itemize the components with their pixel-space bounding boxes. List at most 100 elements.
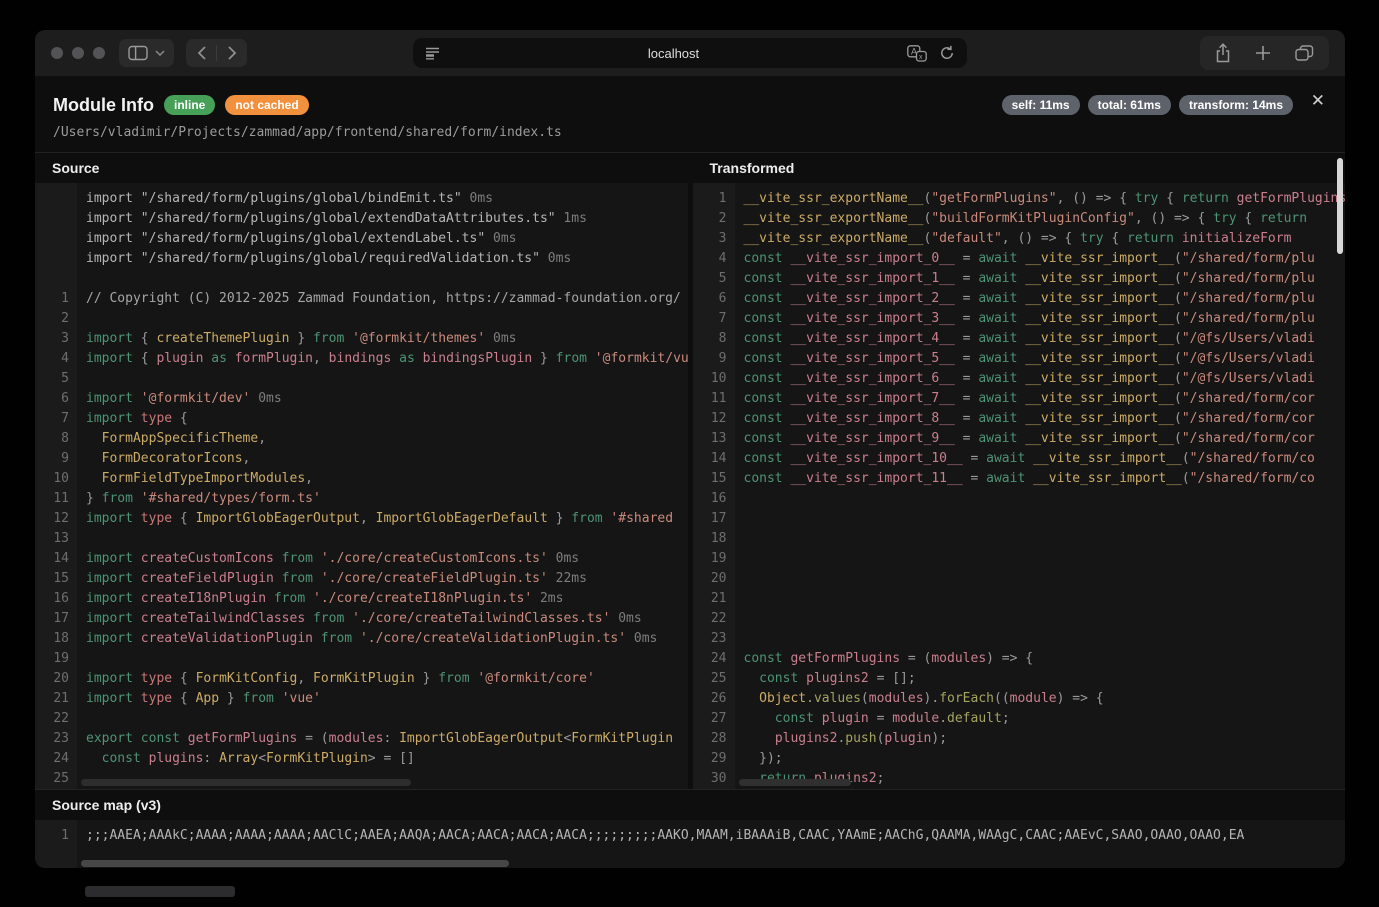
code-line: 22	[35, 709, 688, 729]
transformed-vscrollbar[interactable]	[1337, 158, 1343, 254]
code-line: 20import type { FormKitConfig, FormKitPl…	[35, 669, 688, 689]
code-line: 25 const plugins2 = [];	[693, 669, 1346, 689]
code-line: 17	[693, 509, 1346, 529]
new-tab-icon[interactable]	[1255, 45, 1271, 61]
share-icon[interactable]	[1215, 43, 1231, 63]
code-line: 21import type { App } from 'vue'	[35, 689, 688, 709]
code-line: 9const __vite_ssr_import_5__ = await __v…	[693, 349, 1346, 369]
code-line: 4import { plugin as formPlugin, bindings…	[35, 349, 688, 369]
translate-icon[interactable]: Ax	[907, 45, 927, 62]
code-line: 17import createTailwindClasses from './c…	[35, 609, 688, 629]
code-line: 7import type {	[35, 409, 688, 429]
back-button[interactable]	[190, 41, 212, 65]
code-line: import "/shared/form/plugins/global/requ…	[35, 249, 688, 269]
transform-time-badge: transform: 14ms	[1179, 95, 1293, 115]
browser-window: localhost Ax Module Info inline not ca	[35, 30, 1345, 868]
reload-icon[interactable]	[939, 45, 955, 61]
minimize-window-button[interactable]	[72, 47, 84, 59]
module-path: /Users/vladimir/Projects/zammad/app/fron…	[53, 125, 1327, 140]
close-icon[interactable]: ✕	[1311, 92, 1325, 109]
close-window-button[interactable]	[51, 47, 63, 59]
code-line: 11const __vite_ssr_import_7__ = await __…	[693, 389, 1346, 409]
history-nav-group	[186, 39, 247, 67]
code-line: 22	[693, 609, 1346, 629]
code-line: import "/shared/form/plugins/global/exte…	[35, 209, 688, 229]
code-line: 5	[35, 369, 688, 389]
window-controls	[51, 47, 105, 59]
code-line: import "/shared/form/plugins/global/bind…	[35, 189, 688, 209]
sourcemap-title: Source map (v3)	[35, 790, 1345, 820]
code-line	[35, 269, 688, 289]
source-panel: Source import "/shared/form/plugins/glob…	[35, 153, 688, 789]
source-code: import "/shared/form/plugins/global/bind…	[35, 183, 688, 789]
svg-text:x: x	[919, 53, 923, 60]
code-line: 10 FormFieldTypeImportModules,	[35, 469, 688, 489]
not-cached-badge: not cached	[225, 95, 308, 115]
module-info-header: Module Info inline not cached self: 11ms…	[35, 76, 1345, 152]
code-line: 4const __vite_ssr_import_0__ = await __v…	[693, 249, 1346, 269]
total-time-badge: total: 61ms	[1088, 95, 1171, 115]
code-line: 18	[693, 529, 1346, 549]
code-line: 7const __vite_ssr_import_3__ = await __v…	[693, 309, 1346, 329]
code-line: 24 const plugins: Array<FormKitPlugin> =…	[35, 749, 688, 769]
code-line: 8 FormAppSpecificTheme,	[35, 429, 688, 449]
code-line: 14const __vite_ssr_import_10__ = await _…	[693, 449, 1346, 469]
code-line: 13const __vite_ssr_import_9__ = await __…	[693, 429, 1346, 449]
code-line: 12import type { ImportGlobEagerOutput, I…	[35, 509, 688, 529]
code-line: 18import createValidationPlugin from './…	[35, 629, 688, 649]
code-line: 5const __vite_ssr_import_1__ = await __v…	[693, 269, 1346, 289]
code-line: 12const __vite_ssr_import_8__ = await __…	[693, 409, 1346, 429]
code-line: 24const getFormPlugins = (modules) => {	[693, 649, 1346, 669]
sidebar-toggle-button[interactable]	[119, 39, 174, 67]
code-line: 20	[693, 569, 1346, 589]
url-text: localhost	[440, 46, 907, 61]
sourcemap-section: Source map (v3) 1;;;AAEA;AAAkC;AAAA;AAAA…	[35, 789, 1345, 868]
sidebar-icon	[128, 45, 148, 61]
code-line: 1__vite_ssr_exportName__("getFormPlugins…	[693, 189, 1346, 209]
timing-badges: self: 11ms total: 61ms transform: 14ms	[1002, 95, 1293, 115]
self-time-badge: self: 11ms	[1002, 95, 1080, 115]
code-line: 6import '@formkit/dev' 0ms	[35, 389, 688, 409]
transformed-panel-title: Transformed	[693, 153, 1346, 183]
code-line: 16import createI18nPlugin from './core/c…	[35, 589, 688, 609]
transformed-panel: Transformed 1__vite_ssr_exportName__("ge…	[693, 153, 1346, 789]
page-title: Module Info	[53, 94, 154, 116]
code-line: 14import createCustomIcons from './core/…	[35, 549, 688, 569]
code-line: 19	[35, 649, 688, 669]
code-line: 23	[693, 629, 1346, 649]
address-bar[interactable]: localhost Ax	[413, 38, 967, 68]
code-line: 11} from '#shared/types/form.ts'	[35, 489, 688, 509]
code-line: 27 const plugin = module.default;	[693, 709, 1346, 729]
code-line: 8const __vite_ssr_import_4__ = await __v…	[693, 329, 1346, 349]
sourcemap-hscrollbar[interactable]	[81, 860, 509, 867]
code-line: 15const __vite_ssr_import_11__ = await _…	[693, 469, 1346, 489]
code-line: 1// Copyright (C) 2012-2025 Zammad Found…	[35, 289, 688, 309]
source-panel-title: Source	[35, 153, 688, 183]
code-line: 28 plugins2.push(plugin);	[693, 729, 1346, 749]
code-panels: Source import "/shared/form/plugins/glob…	[35, 152, 1345, 789]
code-line: 15import createFieldPlugin from './core/…	[35, 569, 688, 589]
forward-button[interactable]	[221, 41, 243, 65]
code-line: 10const __vite_ssr_import_6__ = await __…	[693, 369, 1346, 389]
browser-toolbar: localhost Ax	[35, 30, 1345, 76]
transformed-hscrollbar[interactable]	[739, 779, 851, 786]
code-line: 29 });	[693, 749, 1346, 769]
code-line: 3import { createThemePlugin } from '@for…	[35, 329, 688, 349]
code-line: 9 FormDecoratorIcons,	[35, 449, 688, 469]
code-line: 21	[693, 589, 1346, 609]
code-line: import "/shared/form/plugins/global/exte…	[35, 229, 688, 249]
inline-badge: inline	[164, 95, 215, 115]
tab-overview-icon[interactable]	[1295, 45, 1314, 62]
code-line: 2	[35, 309, 688, 329]
transformed-code: 1__vite_ssr_exportName__("getFormPlugins…	[693, 183, 1346, 789]
code-line: 1;;;AAEA;AAAkC;AAAA;AAAA;AAAA;AAClC;AAEA…	[35, 826, 1345, 846]
reader-view-icon[interactable]	[425, 46, 440, 60]
code-line: 19	[693, 549, 1346, 569]
code-line: 16	[693, 489, 1346, 509]
code-line: 26 Object.values(modules).forEach((modul…	[693, 689, 1346, 709]
code-line: 6const __vite_ssr_import_2__ = await __v…	[693, 289, 1346, 309]
source-hscrollbar[interactable]	[81, 779, 411, 786]
chevron-down-icon	[155, 50, 165, 56]
zoom-window-button[interactable]	[93, 47, 105, 59]
toolbar-right-group	[1200, 36, 1329, 70]
